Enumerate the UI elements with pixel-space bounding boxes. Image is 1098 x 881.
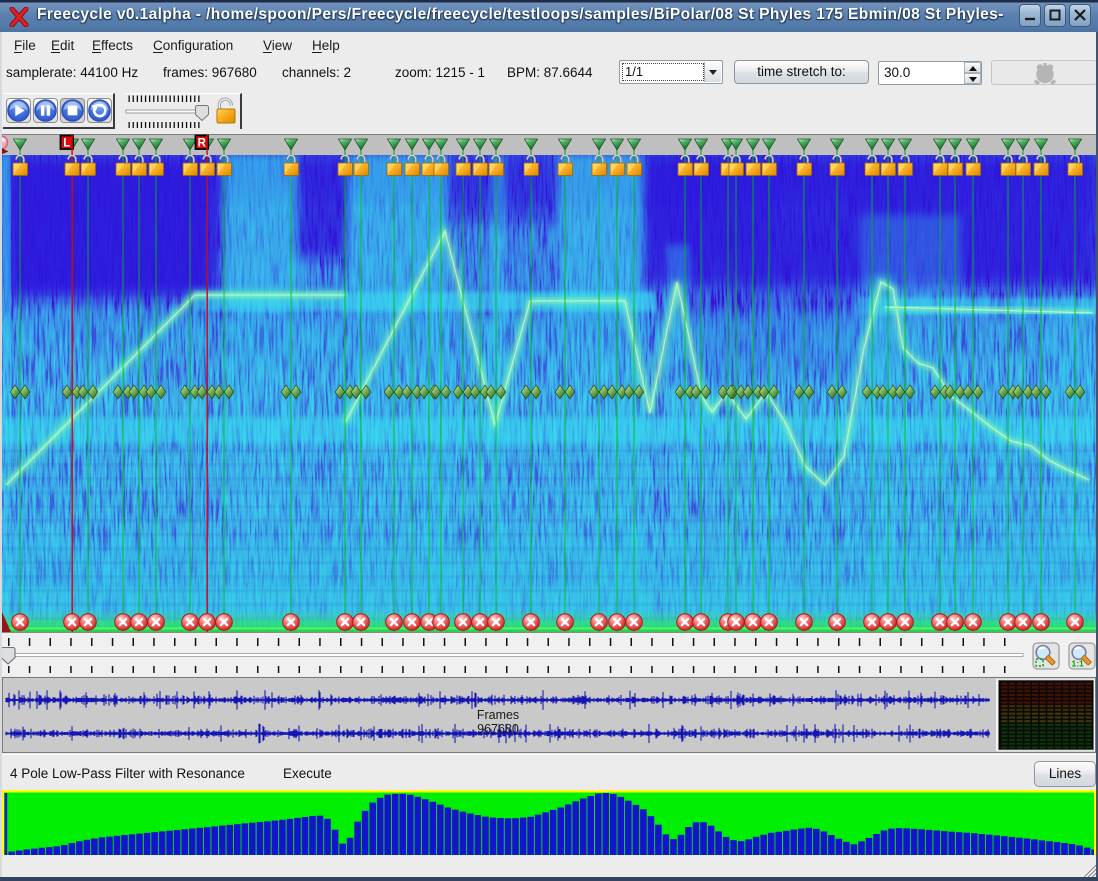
svg-text:Frames: Frames [477, 708, 519, 722]
svg-text:967680: 967680 [477, 722, 519, 736]
svg-text:L: L [63, 138, 70, 150]
svg-text:R: R [198, 138, 207, 150]
svg-text:1:1: 1:1 [1072, 659, 1085, 669]
